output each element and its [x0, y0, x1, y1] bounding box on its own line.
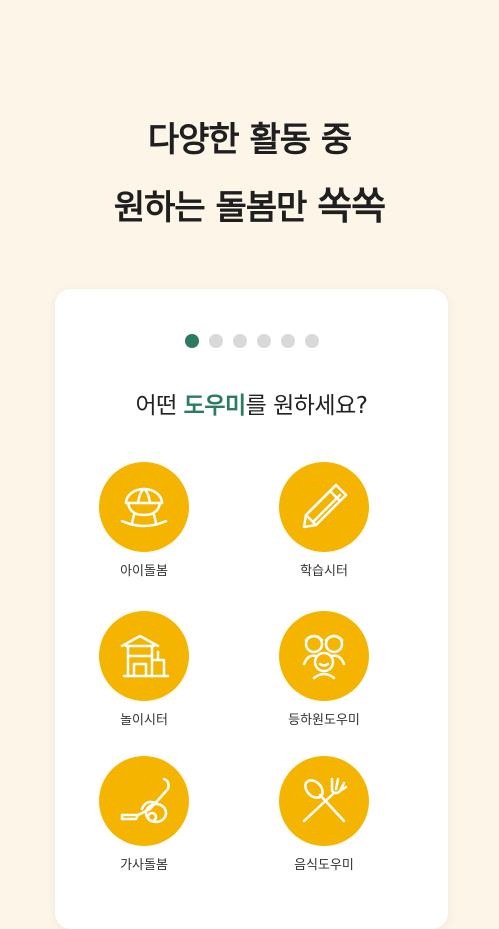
page-dot-2[interactable]	[208, 334, 223, 348]
pencil-icon	[302, 483, 348, 529]
option-school-commute[interactable]: 등하원도우미	[264, 611, 384, 728]
option-childcare-label: 아이돌봄	[120, 564, 168, 579]
page-dot-4[interactable]	[256, 334, 271, 348]
carousel-page-indicator	[55, 334, 448, 348]
headline-line-2-prefix: 원하는 돌봄만	[113, 188, 318, 228]
option-tutoring[interactable]: 학습시터	[264, 462, 384, 579]
option-cooking-circle[interactable]	[279, 756, 369, 846]
cradle-icon	[120, 487, 168, 528]
question-highlight: 도우미	[183, 393, 246, 419]
question-suffix: 를 원하세요?	[245, 393, 368, 419]
option-tutoring-circle[interactable]	[279, 462, 369, 552]
option-tutoring-label: 학습시터	[300, 564, 348, 579]
option-playsitter-circle[interactable]	[99, 611, 189, 701]
option-playsitter[interactable]: 놀이시터	[84, 611, 204, 728]
vacuum-cleaner-icon	[120, 777, 170, 824]
option-housekeeping-circle[interactable]	[99, 756, 189, 846]
option-childcare[interactable]: 아이돌봄	[84, 462, 204, 579]
option-school-commute-label: 등하원도우미	[288, 713, 360, 728]
page-dot-3[interactable]	[232, 334, 247, 348]
page-dot-1[interactable]	[184, 334, 199, 348]
headline-line-2: 원하는 돌봄만 쏙쏙	[0, 175, 499, 230]
option-playsitter-label: 놀이시터	[120, 713, 168, 728]
children-icon	[302, 634, 346, 680]
playground-icon	[120, 634, 170, 678]
option-housekeeping[interactable]: 가사돌봄	[84, 756, 204, 873]
option-school-commute-circle[interactable]	[279, 611, 369, 701]
option-childcare-circle[interactable]	[99, 462, 189, 552]
question-prefix: 어떤	[135, 393, 184, 419]
page-dot-6[interactable]	[304, 334, 319, 348]
option-housekeeping-label: 가사돌봄	[120, 858, 168, 873]
spoon-fork-icon	[302, 777, 348, 823]
page-dot-5[interactable]	[280, 334, 295, 348]
helper-selection-card: 어떤 도우미를 원하세요? 아이돌봄 학습시터 놀이시터 등하원도우미 가사돌봄…	[55, 289, 448, 929]
headline-line-1: 다양한 활동 중	[147, 120, 352, 160]
option-cooking-label: 음식도우미	[294, 858, 354, 873]
headline-emphasis: 쏙쏙	[317, 184, 386, 228]
option-cooking[interactable]: 음식도우미	[264, 756, 384, 873]
question-text: 어떤 도우미를 원하세요?	[55, 386, 448, 420]
